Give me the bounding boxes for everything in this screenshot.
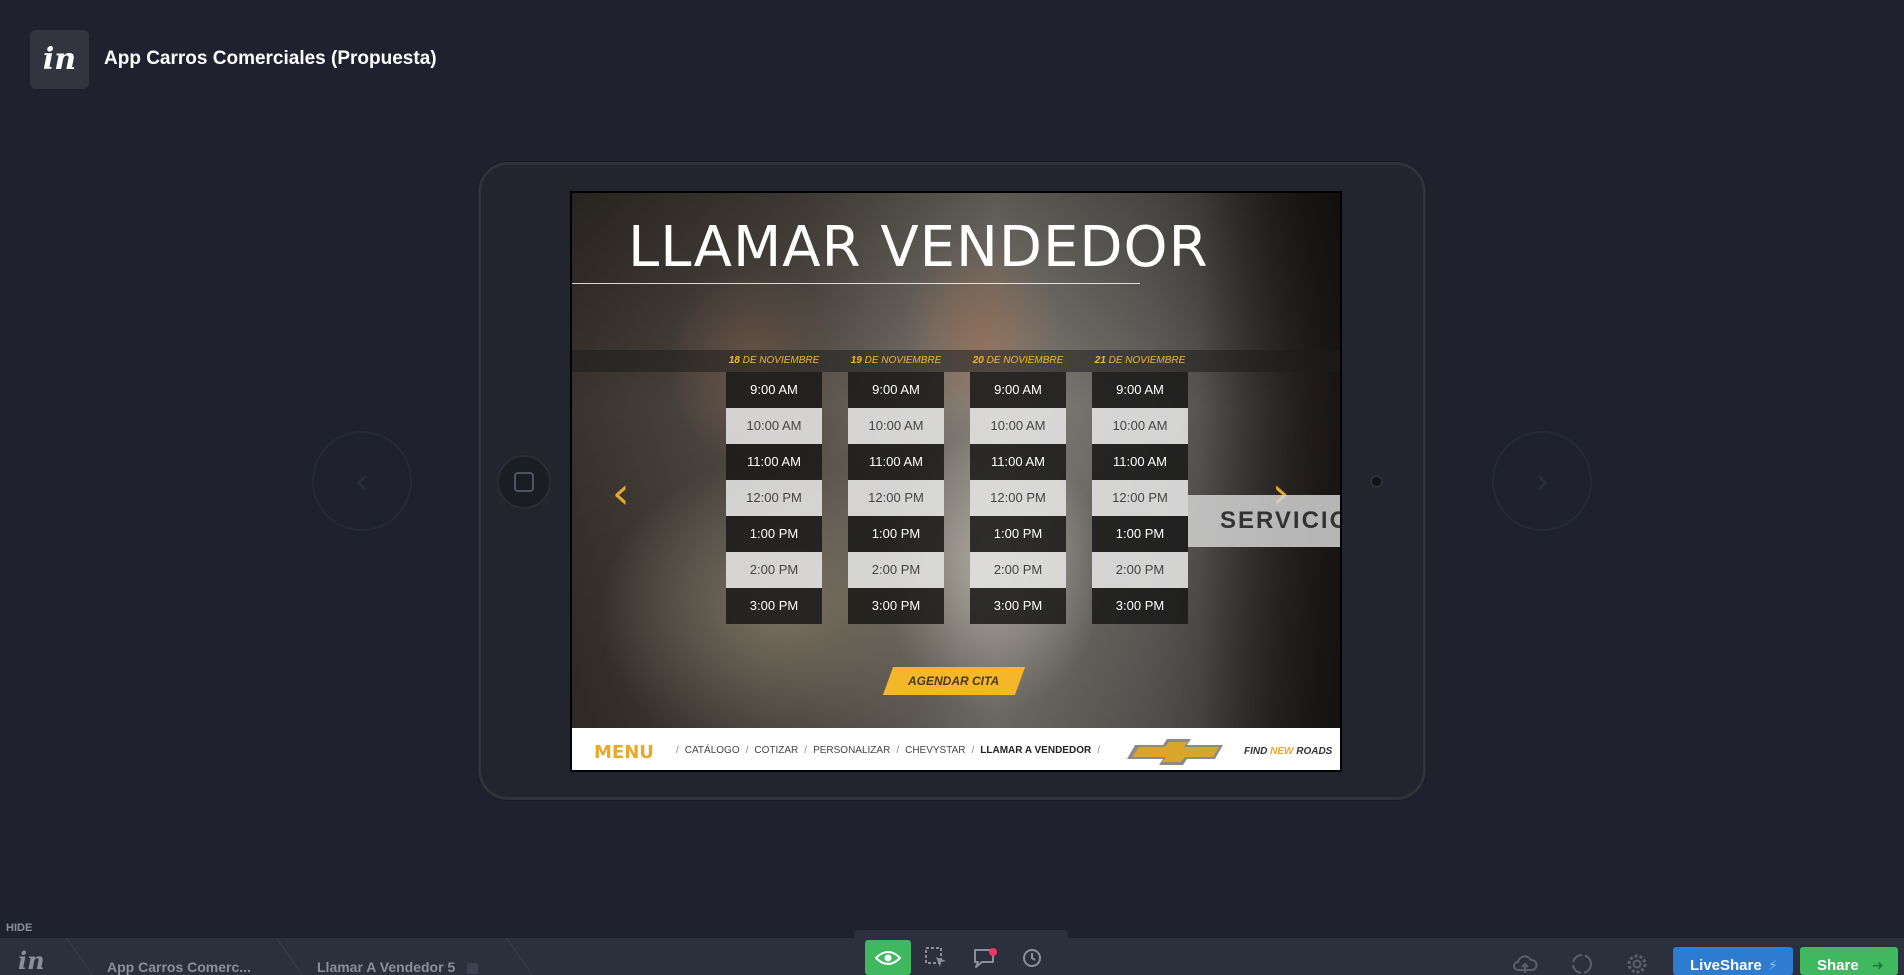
time-slot[interactable]: 11:00 AM (726, 444, 822, 480)
mode-toolbar (854, 930, 1068, 975)
time-slot[interactable]: 11:00 AM (1092, 444, 1188, 480)
invision-home-logo[interactable]: in (18, 946, 45, 975)
time-slot[interactable]: 11:00 AM (848, 444, 944, 480)
column-date: 18 DE NOVIEMBRE (728, 355, 820, 366)
hide-toolbar-button[interactable]: HIDE (6, 922, 32, 934)
time-slot[interactable]: 10:00 AM (970, 408, 1066, 444)
schedule-column: 20 DE NOVIEMBRE 9:00 AM 10:00 AM 11:00 AM 12… (970, 350, 1066, 624)
column-date: 21 DE NOVIEMBRE (1094, 355, 1186, 366)
time-slot[interactable]: 10:00 AM (848, 408, 944, 444)
footer-nav-item[interactable]: COTIZAR (754, 745, 798, 756)
footer-nav: / CATÁLOGO / COTIZAR / PERSONALIZAR / CHEVYSTAR… (676, 745, 1100, 756)
schedule-column: 18 DE NOVIEMBRE 9:00 AM 10:00 AM 11:00 AM 12… (726, 350, 822, 624)
chevron-right-icon: › (1536, 461, 1548, 500)
tablet-camera (1370, 475, 1383, 488)
time-slot[interactable]: 10:00 AM (1092, 408, 1188, 444)
app-footer: MENU / CATÁLOGO / COTIZAR / PERSONALIZAR / CHEV… (572, 728, 1340, 770)
screen-title: LLAMAR VENDEDOR (628, 215, 1209, 280)
project-title: App Carros Comerciales (Propuesta) (104, 48, 437, 69)
time-slot[interactable]: 2:00 PM (970, 552, 1066, 588)
eye-icon (875, 950, 901, 965)
time-slot[interactable]: 3:00 PM (726, 588, 822, 624)
notification-dot (989, 948, 997, 956)
time-slot[interactable]: 9:00 AM (970, 372, 1066, 408)
time-slot[interactable]: 12:00 PM (726, 480, 822, 516)
column-date: 19 DE NOVIEMBRE (850, 355, 942, 366)
footer-nav-item[interactable]: CATÁLOGO (685, 745, 740, 756)
time-slot[interactable]: 1:00 PM (848, 516, 944, 552)
time-slot[interactable]: 12:00 PM (1092, 480, 1188, 516)
time-slot[interactable]: 12:00 PM (848, 480, 944, 516)
time-slot[interactable]: 1:00 PM (726, 516, 822, 552)
next-screen-button[interactable]: › (1492, 431, 1592, 531)
time-slot[interactable]: 9:00 AM (1092, 372, 1188, 408)
share-arrow-icon: ➜ (1872, 957, 1884, 973)
share-button[interactable]: Share ➜ (1800, 947, 1898, 975)
sync-icon[interactable] (1568, 950, 1596, 975)
title-divider (572, 283, 1140, 284)
agendar-cita-label: AGENDAR CITA (908, 674, 1000, 688)
menu-button[interactable]: MENU (594, 742, 654, 763)
time-slot[interactable]: 9:00 AM (726, 372, 822, 408)
build-mode-button[interactable] (913, 940, 959, 975)
history-icon (1023, 948, 1041, 967)
breadcrumb-screen[interactable]: Llamar A Vendedor 5 (317, 959, 479, 975)
previous-screen-button[interactable]: ‹ (312, 431, 412, 531)
time-slot[interactable]: 1:00 PM (970, 516, 1066, 552)
comment-mode-button[interactable] (961, 940, 1007, 975)
select-cursor-icon (925, 946, 946, 967)
servicio-tab[interactable]: SERVICIO (1188, 495, 1340, 547)
schedule-column: 19 DE NOVIEMBRE 9:00 AM 10:00 AM 11:00 AM 12… (848, 350, 944, 624)
invision-logo[interactable]: in (30, 30, 89, 89)
footer-nav-item[interactable]: CHEVYSTAR (905, 745, 965, 756)
date-band (572, 350, 1340, 372)
time-slot[interactable]: 12:00 PM (970, 480, 1066, 516)
time-slot[interactable]: 10:00 AM (726, 408, 822, 444)
column-date: 20 DE NOVIEMBRE (972, 355, 1064, 366)
time-slot[interactable]: 9:00 AM (848, 372, 944, 408)
tablet-home-button (497, 455, 551, 509)
time-slot[interactable]: 3:00 PM (848, 588, 944, 624)
lightning-icon: ⚡ (1768, 957, 1778, 973)
time-slot[interactable]: 3:00 PM (1092, 588, 1188, 624)
prototype-screen: LLAMAR VENDEDOR 18 DE NOVIEMBRE 9:00 AM 10… (570, 191, 1342, 772)
time-slot[interactable]: 2:00 PM (726, 552, 822, 588)
find-new-roads-tagline: FIND NEW ROADS (1244, 746, 1333, 757)
time-slot[interactable]: 2:00 PM (1092, 552, 1188, 588)
time-slot[interactable]: 1:00 PM (1092, 516, 1188, 552)
breadcrumb-project[interactable]: App Carros Comerc... (107, 959, 251, 975)
time-slot[interactable]: 11:00 AM (970, 444, 1066, 480)
time-slot[interactable]: 3:00 PM (970, 588, 1066, 624)
footer-nav-item[interactable]: PERSONALIZAR (813, 745, 890, 756)
history-mode-button[interactable] (1009, 940, 1055, 975)
preview-mode-button[interactable] (865, 940, 911, 975)
chevrolet-logo (1127, 739, 1223, 765)
cloud-upload-icon[interactable] (1511, 950, 1539, 975)
chevron-left-icon: ‹ (356, 461, 368, 500)
liveshare-button[interactable]: LiveShare ⚡ (1673, 947, 1793, 975)
schedule-column: 21 DE NOVIEMBRE 9:00 AM 10:00 AM 11:00 AM 12… (1092, 350, 1188, 624)
schedule-prev-arrow[interactable]: ‹ (612, 468, 630, 519)
gear-icon[interactable] (1623, 950, 1651, 975)
footer-nav-item[interactable]: LLAMAR A VENDEDOR (980, 745, 1091, 756)
time-slot[interactable]: 2:00 PM (848, 552, 944, 588)
agendar-cita-button[interactable]: AGENDAR CITA (882, 667, 1026, 695)
